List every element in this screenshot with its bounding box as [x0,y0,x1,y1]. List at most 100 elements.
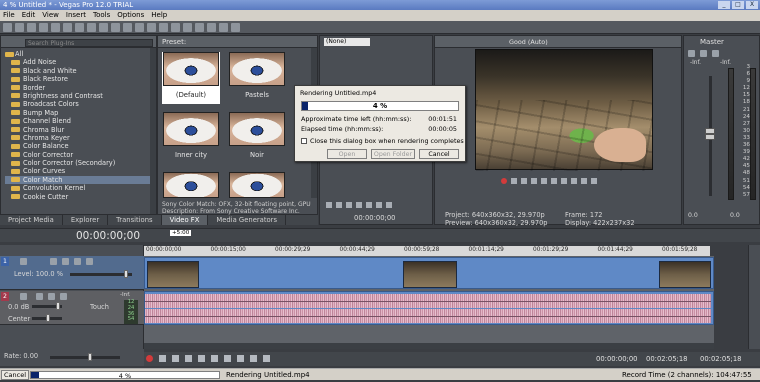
tab-media-generators[interactable]: Media Generators [208,215,286,225]
lock-envelopes-icon[interactable] [207,23,216,32]
selection-tool-icon[interactable] [159,23,168,32]
fx-icon[interactable] [50,258,57,265]
record-arm-icon[interactable] [20,293,27,300]
menu-options[interactable]: Options [117,10,144,21]
tree-root-item[interactable]: All [5,50,156,58]
start-icon[interactable] [581,178,587,184]
loop-icon[interactable] [159,355,166,362]
render-icon[interactable] [51,23,60,32]
open-button[interactable]: Open [327,149,367,159]
tab-transitions[interactable]: Transitions [108,215,162,225]
undo-icon[interactable] [111,23,120,32]
preset-thumb-6[interactable] [228,172,286,200]
ignore-grouping-icon[interactable] [219,23,228,32]
play-from-start-icon[interactable] [521,178,527,184]
plugin-search-input[interactable]: Search Plug-Ins [25,39,153,47]
tab-explorer[interactable]: Explorer [63,215,109,225]
plugin-list-item[interactable]: Bump Map [5,109,156,117]
stop-icon[interactable] [211,355,218,362]
audio-track-lane[interactable] [144,291,714,325]
video-level-knob[interactable] [124,270,128,278]
prev-frame-icon[interactable] [376,202,382,208]
go-to-start-icon[interactable] [224,355,231,362]
menu-insert[interactable]: Insert [66,10,86,21]
plugin-list-item[interactable]: Color Corrector [5,151,156,159]
master-fader-right[interactable] [705,134,715,140]
audio-track-header[interactable]: 2 -Inf. 0.0 dB Touch Center 12 24 36 54 [0,291,144,325]
copy-icon[interactable] [87,23,96,32]
preset-thumb-pastels[interactable]: Pastels [228,52,286,104]
plugin-list-item[interactable]: Chroma Keyer [5,134,156,142]
mute-icon[interactable] [48,293,55,300]
end-icon[interactable] [591,178,597,184]
fx-icon[interactable] [36,293,43,300]
pause-icon[interactable] [198,355,205,362]
snapping-icon[interactable] [183,23,192,32]
audio-volume-knob[interactable] [56,302,60,310]
play-from-start-icon[interactable] [336,202,342,208]
stop-icon[interactable] [356,202,362,208]
solo-icon[interactable] [86,258,93,265]
timeline-hscrollbar[interactable] [144,343,714,349]
edit-tool-icon[interactable] [135,23,144,32]
loop-icon[interactable] [511,178,517,184]
close-when-done-checkbox[interactable]: Close this dialog box when rendering com… [301,137,464,145]
envelope-tool-icon[interactable] [147,23,156,32]
help-icon[interactable] [231,23,240,32]
mute-icon[interactable] [74,258,81,265]
record-icon[interactable] [146,355,153,362]
plugin-list-item[interactable]: Black Restore [5,75,156,83]
preset-thumb-5[interactable] [162,172,220,200]
save-as-icon[interactable] [39,23,48,32]
timeline-ruler[interactable]: 00:00:00;00 00:00:15;00 00:00:29;29 00:00:4… [144,246,710,256]
plugin-list-item[interactable]: Color Curves [5,167,156,175]
preset-thumb-default[interactable]: (Default) [162,52,220,104]
mute-icon[interactable] [700,50,707,57]
minimize-button[interactable]: _ [718,1,730,9]
plugin-list-item[interactable]: Color Balance [5,142,156,150]
record-icon[interactable] [501,178,507,184]
zoom-tool-icon[interactable] [171,23,180,32]
trimmer-dropdown[interactable]: (None) [324,38,370,46]
play-icon[interactable] [531,178,537,184]
redo-icon[interactable] [123,23,132,32]
next-frame-icon[interactable] [263,355,270,362]
menu-file[interactable]: File [3,10,15,21]
status-cancel-button[interactable]: Cancel [1,370,29,380]
rate-knob[interactable] [88,353,92,361]
prev-frame-icon[interactable] [250,355,257,362]
menu-help[interactable]: Help [151,10,167,21]
solo-icon[interactable] [712,50,719,57]
solo-icon[interactable] [60,293,67,300]
preset-thumb-inner-city[interactable]: Inner city [162,112,220,164]
plugin-list-item[interactable]: Broadcast Colors [5,100,156,108]
rate-slider[interactable] [50,356,120,359]
audio-mode[interactable]: Touch [90,303,109,311]
play-from-start-icon[interactable] [172,355,179,362]
video-clip-thumb-1[interactable] [147,261,199,288]
plugin-list-item[interactable]: Cookie Cutter [5,193,156,201]
fx-icon[interactable] [688,50,695,57]
video-clip-thumb-3[interactable] [659,261,711,288]
plugin-list-item[interactable]: Channel Blend [5,117,156,125]
plugin-list-item[interactable]: Chroma Blur [5,126,156,134]
plugin-list-item[interactable]: Color Corrector (Secondary) [5,159,156,167]
menu-tools[interactable]: Tools [93,10,110,21]
go-to-end-icon[interactable] [237,355,244,362]
auto-ripple-icon[interactable] [195,23,204,32]
plugin-list-item[interactable]: Convolution Kernel [5,184,156,192]
audio-pan-knob[interactable] [46,314,50,322]
tab-project-media[interactable]: Project Media [0,215,63,225]
cancel-render-button[interactable]: Cancel [419,149,459,159]
track-motion-icon[interactable] [20,258,27,265]
video-track-lane[interactable] [144,257,714,289]
preview-quality-dropdown[interactable]: Good (Auto) [509,38,548,46]
play-icon[interactable] [185,355,192,362]
paste-icon[interactable] [99,23,108,32]
maximize-button[interactable]: □ [732,1,744,9]
new-icon[interactable] [3,23,12,32]
video-level-slider[interactable] [70,273,132,276]
plugin-list-item[interactable]: Black and White [5,67,156,75]
compositing-icon[interactable] [62,258,69,265]
prev-marker-icon[interactable] [561,178,567,184]
